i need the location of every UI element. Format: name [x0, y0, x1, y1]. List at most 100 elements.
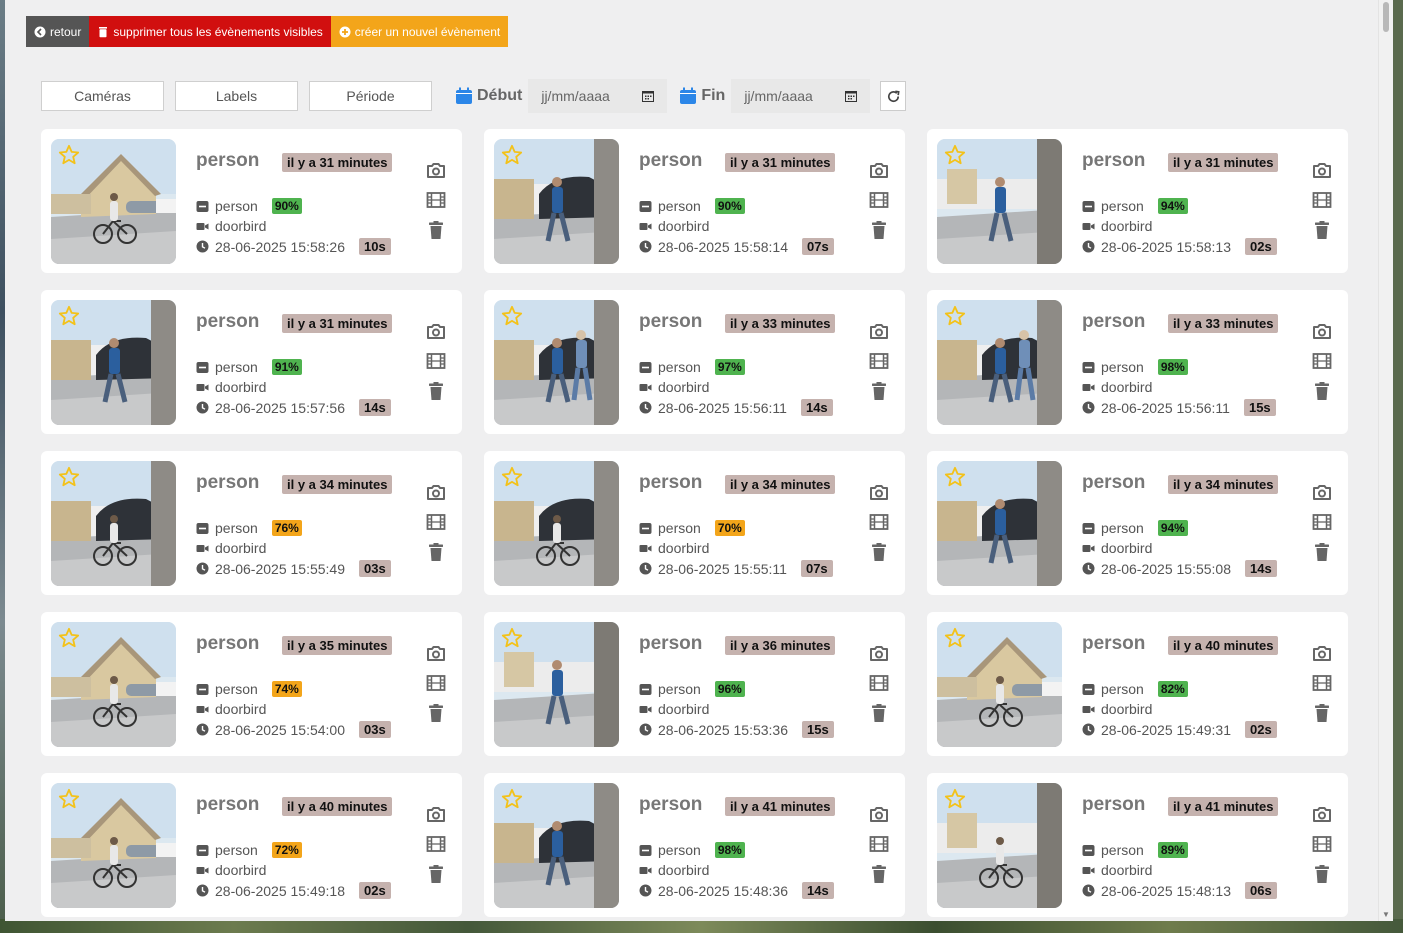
camera-icon[interactable]	[1312, 805, 1332, 823]
camera-icon[interactable]	[1312, 161, 1332, 179]
film-icon[interactable]	[426, 835, 446, 853]
event-card[interactable]: person il y a 40 minutes person 82% door…	[927, 612, 1348, 756]
trash-icon[interactable]	[869, 221, 889, 239]
star-icon[interactable]	[944, 627, 966, 649]
event-card[interactable]: person il y a 34 minutes person 94% door…	[927, 451, 1348, 595]
film-icon[interactable]	[1312, 513, 1332, 531]
trash-icon[interactable]	[426, 221, 446, 239]
film-icon[interactable]	[426, 674, 446, 692]
event-thumbnail[interactable]	[51, 139, 176, 264]
start-date-input[interactable]: jj/mm/aaaa	[528, 79, 668, 113]
camera-icon[interactable]	[426, 483, 446, 501]
event-card[interactable]: person il y a 36 minutes person 96% door…	[484, 612, 905, 756]
event-card[interactable]: person il y a 41 minutes person 98% door…	[484, 773, 905, 917]
star-icon[interactable]	[944, 466, 966, 488]
camera-icon[interactable]	[426, 644, 446, 662]
trash-icon[interactable]	[1312, 543, 1332, 561]
star-icon[interactable]	[501, 466, 523, 488]
camera-icon[interactable]	[426, 805, 446, 823]
trash-icon[interactable]	[1312, 382, 1332, 400]
event-card[interactable]: person il y a 31 minutes person 90% door…	[484, 129, 905, 273]
end-date-input[interactable]: jj/mm/aaaa	[731, 79, 871, 113]
event-thumbnail[interactable]	[494, 139, 619, 264]
camera-icon[interactable]	[426, 322, 446, 340]
camera-icon[interactable]	[869, 483, 889, 501]
trash-icon[interactable]	[1312, 221, 1332, 239]
film-icon[interactable]	[869, 352, 889, 370]
event-card[interactable]: person il y a 34 minutes person 76% door…	[41, 451, 462, 595]
event-thumbnail[interactable]	[937, 622, 1062, 747]
star-icon[interactable]	[944, 305, 966, 327]
camera-icon[interactable]	[1312, 322, 1332, 340]
film-icon[interactable]	[1312, 191, 1332, 209]
scrollbar-thumb[interactable]	[1383, 2, 1389, 32]
trash-icon[interactable]	[869, 543, 889, 561]
event-thumbnail[interactable]	[937, 783, 1062, 908]
event-card[interactable]: person il y a 41 minutes person 89% door…	[927, 773, 1348, 917]
star-icon[interactable]	[501, 144, 523, 166]
labels-filter-button[interactable]: Labels	[175, 81, 298, 111]
trash-icon[interactable]	[869, 704, 889, 722]
calendar-picker-icon[interactable]	[642, 90, 655, 102]
event-thumbnail[interactable]	[937, 461, 1062, 586]
create-event-button[interactable]: créer un nouvel évènement	[330, 16, 509, 47]
trash-icon[interactable]	[426, 382, 446, 400]
event-thumbnail[interactable]	[494, 783, 619, 908]
camera-icon[interactable]	[1312, 483, 1332, 501]
event-card[interactable]: person il y a 40 minutes person 72% door…	[41, 773, 462, 917]
trash-icon[interactable]	[869, 382, 889, 400]
scroll-down-arrow[interactable]: ▼	[1382, 910, 1390, 919]
film-icon[interactable]	[1312, 352, 1332, 370]
star-icon[interactable]	[58, 788, 80, 810]
event-card[interactable]: person il y a 31 minutes person 90% door…	[41, 129, 462, 273]
star-icon[interactable]	[944, 788, 966, 810]
film-icon[interactable]	[426, 352, 446, 370]
film-icon[interactable]	[869, 835, 889, 853]
star-icon[interactable]	[58, 305, 80, 327]
film-icon[interactable]	[426, 513, 446, 531]
camera-icon[interactable]	[426, 161, 446, 179]
camera-icon[interactable]	[869, 161, 889, 179]
film-icon[interactable]	[869, 191, 889, 209]
camera-icon[interactable]	[1312, 644, 1332, 662]
event-thumbnail[interactable]	[51, 622, 176, 747]
period-filter-button[interactable]: Période	[309, 81, 432, 111]
camera-icon[interactable]	[869, 644, 889, 662]
trash-icon[interactable]	[869, 865, 889, 883]
trash-icon[interactable]	[1312, 865, 1332, 883]
star-icon[interactable]	[58, 466, 80, 488]
film-icon[interactable]	[869, 674, 889, 692]
camera-icon[interactable]	[869, 322, 889, 340]
event-thumbnail[interactable]	[494, 461, 619, 586]
delete-all-visible-button[interactable]: supprimer tous les évènements visibles	[89, 16, 331, 47]
scrollbar[interactable]: ▼	[1378, 0, 1393, 921]
event-thumbnail[interactable]	[494, 300, 619, 425]
event-thumbnail[interactable]	[51, 783, 176, 908]
star-icon[interactable]	[58, 144, 80, 166]
star-icon[interactable]	[58, 627, 80, 649]
film-icon[interactable]	[869, 513, 889, 531]
event-card[interactable]: person il y a 31 minutes person 91% door…	[41, 290, 462, 434]
star-icon[interactable]	[501, 788, 523, 810]
refresh-button[interactable]	[880, 81, 907, 111]
event-card[interactable]: person il y a 34 minutes person 70% door…	[484, 451, 905, 595]
back-button[interactable]: retour	[26, 16, 90, 47]
event-thumbnail[interactable]	[937, 139, 1062, 264]
trash-icon[interactable]	[1312, 704, 1332, 722]
trash-icon[interactable]	[426, 865, 446, 883]
event-card[interactable]: person il y a 35 minutes person 74% door…	[41, 612, 462, 756]
event-card[interactable]: person il y a 31 minutes person 94% door…	[927, 129, 1348, 273]
cameras-filter-button[interactable]: Caméras	[41, 81, 164, 111]
event-card[interactable]: person il y a 33 minutes person 98% door…	[927, 290, 1348, 434]
event-card[interactable]: person il y a 33 minutes person 97% door…	[484, 290, 905, 434]
event-thumbnail[interactable]	[51, 300, 176, 425]
trash-icon[interactable]	[426, 543, 446, 561]
star-icon[interactable]	[501, 627, 523, 649]
star-icon[interactable]	[944, 144, 966, 166]
camera-icon[interactable]	[869, 805, 889, 823]
film-icon[interactable]	[426, 191, 446, 209]
calendar-picker-icon[interactable]	[845, 90, 858, 102]
event-thumbnail[interactable]	[494, 622, 619, 747]
film-icon[interactable]	[1312, 674, 1332, 692]
trash-icon[interactable]	[426, 704, 446, 722]
